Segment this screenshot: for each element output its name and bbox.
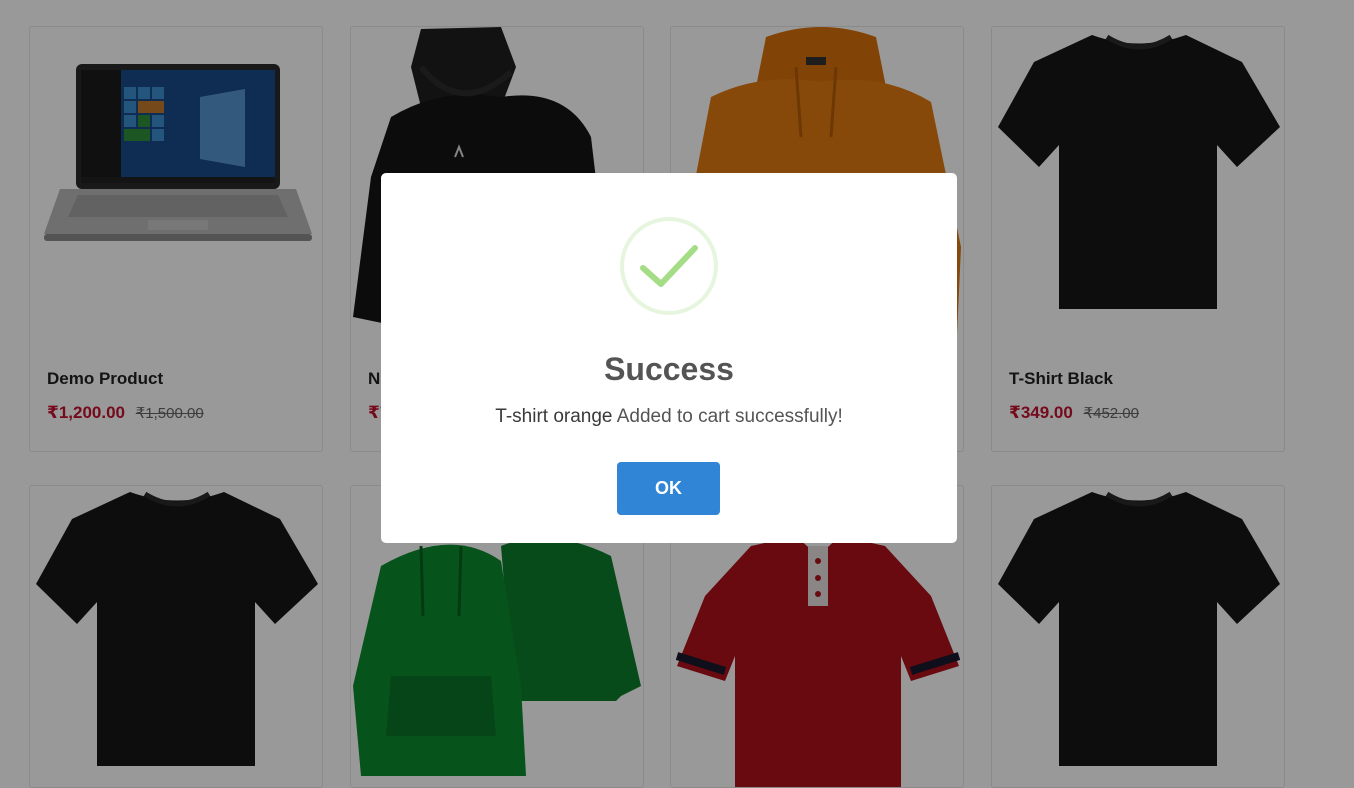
- dialog-product-name: T-shirt orange: [495, 406, 613, 427]
- dialog-message: T-shirt orange Added to cart successfull…: [381, 406, 957, 428]
- dialog-title: Success: [604, 351, 734, 387]
- success-check-icon: [620, 217, 718, 315]
- success-dialog: Success T-shirt orange Added to cart suc…: [381, 173, 957, 543]
- ok-button[interactable]: OK: [617, 462, 720, 515]
- dialog-message-text: Added to cart successfully!: [616, 406, 843, 427]
